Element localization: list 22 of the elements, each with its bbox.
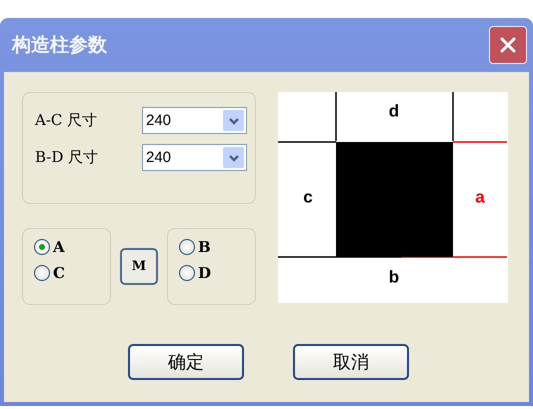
close-icon xyxy=(499,36,517,54)
side-label: d xyxy=(388,101,400,120)
mirror-button[interactable]: M xyxy=(120,248,158,285)
side-label: b xyxy=(388,267,400,286)
size-label: A-C 尺寸 xyxy=(35,111,98,130)
radio-option[interactable]: A xyxy=(34,238,110,256)
side-label: a xyxy=(475,187,485,206)
close-button[interactable] xyxy=(489,26,527,64)
window-title: 构造柱参数 xyxy=(12,33,107,58)
size-dropdown[interactable]: 240 xyxy=(142,144,247,171)
radio-button[interactable] xyxy=(34,265,50,281)
radio-option[interactable]: C xyxy=(34,264,110,282)
radio-option[interactable]: B xyxy=(179,238,255,256)
side-label: c xyxy=(303,187,313,206)
size-label: B-D 尺寸 xyxy=(35,148,98,167)
radio-button[interactable] xyxy=(34,239,50,255)
size-dropdown[interactable]: 240 xyxy=(142,107,247,134)
ok-button[interactable]: 确定 xyxy=(128,344,244,380)
radio-button[interactable] xyxy=(179,265,195,281)
radio-button[interactable] xyxy=(179,239,195,255)
radio-option[interactable]: D xyxy=(179,264,255,282)
cancel-button[interactable]: 取消 xyxy=(293,344,409,380)
